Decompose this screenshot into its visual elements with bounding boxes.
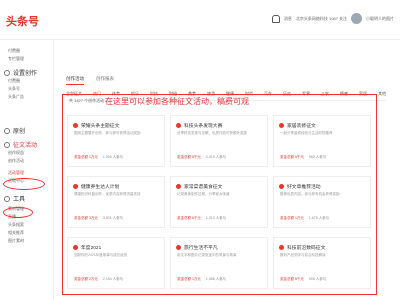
annotation-circle-essay: [3, 178, 45, 190]
activity-title: 年度2021: [81, 246, 102, 251]
activity-joined: 2,154 人参与: [102, 277, 124, 281]
activity-desc: 健康知识科普创作，优质内容获得流量扶持: [74, 192, 141, 196]
tab-activities[interactable]: 创作活动: [66, 76, 84, 85]
section-label: 征文活动: [13, 143, 38, 149]
top-bar: 头条号 消息 北京头条网络科技 1087 关注 小聪明人的图片: [0, 0, 400, 40]
activity-desc: 一起分享装修经验与生活好物推荐: [280, 131, 333, 135]
notice-label[interactable]: 消息: [284, 16, 292, 22]
activity-icon: [73, 123, 78, 128]
activity-count: 共 1427 个创作活动: [69, 98, 105, 103]
activity-joined: 906 人参与: [308, 277, 327, 281]
sidebar-item[interactable]: 专栏管理: [8, 56, 24, 62]
activity-amount: 奖金总额 8千元: [177, 155, 201, 159]
activity-card[interactable]: 好文章推荐活动 推荐优质内容，参与即有机会获得奖励 奖金总额 1万元 1,675 …: [273, 176, 371, 228]
activity-card[interactable]: 健康养生达人计划 健康知识科普创作，优质内容获得流量扶持 奖金总额 3万元 3,5…: [67, 176, 165, 228]
app-logo[interactable]: 头条号: [6, 13, 39, 29]
activity-desc: 围绕主题展开创作，参与即可获得活动奖励: [74, 131, 141, 135]
activity-desc: 数码产品测评与前沿科技解读: [280, 253, 326, 257]
section-label: 工具: [13, 197, 26, 203]
activity-grid: 荣耀头条主题征文 围绕主题展开创作，参与即可获得活动奖励 奖金总额 1万元 1,0…: [67, 115, 371, 289]
activity-desc: 用文字和图片记录旅途中的风景与故事: [177, 253, 237, 257]
activity-amount: 奖金总额 6千元: [177, 216, 201, 220]
activity-joined: 2,019 人参与: [205, 155, 227, 159]
sidebar-item[interactable]: 付费圈: [8, 48, 20, 54]
sidebar-item[interactable]: 创作权益: [8, 150, 24, 156]
top-right-area: 消息 北京头条网络科技 1087 关注 小聪明人的图片: [271, 13, 394, 24]
activity-card[interactable]: 年度2021 回顾你的2021年度故事与成长经历 奖金总额 2万元 2,154 人…: [67, 237, 165, 289]
annotation-text: 在这里可以参加各种征文活动，稿费可观: [105, 97, 249, 106]
activity-title: 好文章推荐活动: [287, 185, 321, 190]
activity-desc: 推荐优质内容，参与即有机会获得奖励: [280, 192, 340, 196]
sidebar: 付费圈 专栏管理 设置创作 付费圈 头条号 头条广告 原创 征文活动 创作权益 …: [0, 40, 54, 300]
section-label: 原创: [13, 129, 26, 135]
activity-icon: [73, 245, 78, 250]
activity-joined: 1,005 人参与: [102, 155, 124, 159]
account-info: 北京头条网络科技 1087 关注: [295, 15, 347, 21]
activity-icon: [176, 184, 181, 189]
sidebar-item[interactable]: 图片素材: [8, 238, 24, 244]
activity-title: 科技前沿数码征文: [287, 246, 326, 251]
activity-icon: [176, 245, 181, 250]
activity-card[interactable]: 旅行生活不平凡 用文字和图片记录旅途中的风景与故事 奖金总额 1万元 1,068 …: [170, 237, 268, 289]
sidebar-item-active[interactable]: 活动管理: [8, 170, 24, 176]
original-icon: [4, 127, 10, 134]
activity-amount: 奖金总额 3万元: [74, 216, 98, 220]
activity-amount: 奖金总额 1万元: [280, 216, 304, 220]
activity-desc: 记录美食制作过程，分享家乡味道: [177, 192, 230, 196]
sidebar-item[interactable]: 头条号: [8, 86, 20, 92]
activity-card[interactable]: 家常菜谱美食征文 记录美食制作过程，分享家乡味道 奖金总额 6千元 1,213 人…: [170, 176, 268, 228]
activity-card[interactable]: 家居装修征文 一起分享装修经验与生活好物推荐 奖金总额 5千元 982 人参与: [273, 115, 371, 167]
username[interactable]: 小聪明人的图片: [366, 16, 394, 22]
sidebar-item[interactable]: 头条广告: [8, 94, 24, 100]
sidebar-item[interactable]: 付费圈: [8, 78, 20, 84]
activity-icon: [279, 123, 284, 128]
sidebar-section-essay[interactable]: 征文活动: [4, 140, 37, 149]
bell-icon[interactable]: [271, 14, 280, 23]
activity-icon: [176, 123, 181, 128]
activity-amount: 奖金总额 2万元: [74, 277, 98, 281]
sidebar-section-create[interactable]: 设置创作: [4, 68, 37, 77]
annotation-circle-manage: [3, 207, 33, 218]
activity-card[interactable]: 科技前沿数码征文 数码产品测评与前沿科技解读 奖金总额 8千元 906 人参与: [273, 237, 371, 289]
activity-title: 旅行生活不平凡: [184, 246, 218, 251]
section-label: 设置创作: [13, 71, 38, 77]
tools-icon: [4, 195, 10, 202]
sidebar-section-tools[interactable]: 工具: [4, 194, 25, 203]
create-icon: [4, 69, 10, 76]
activity-title: 家居装修征文: [287, 124, 316, 129]
activity-joined: 1,675 人参与: [308, 216, 330, 220]
activity-desc: 回顾你的2021年度故事与成长经历: [74, 253, 128, 257]
activity-icon: [73, 184, 78, 189]
activity-amount: 奖金总额 8千元: [280, 277, 304, 281]
activity-card[interactable]: 科技头条发现大赛 分享科技发现与见解，优质作品可获额外奖励 奖金总额 8千元 2,…: [170, 115, 268, 167]
category-tab[interactable]: 其他: [378, 91, 386, 97]
activity-joined: 982 人参与: [308, 155, 327, 159]
sidebar-item[interactable]: 创作活动: [8, 158, 24, 164]
avatar[interactable]: [351, 13, 362, 24]
tab-bar: 创作活动 创作报表: [66, 76, 114, 85]
activity-title: 荣耀头条主题征文: [81, 124, 120, 129]
activity-desc: 分享科技发现与见解，优质作品可获额外奖励: [177, 131, 247, 135]
essay-icon: [4, 141, 10, 148]
activity-amount: 奖金总额 1万元: [177, 277, 201, 281]
activity-title: 科技头条发现大赛: [184, 124, 223, 129]
activity-joined: 1,068 人参与: [205, 277, 227, 281]
activity-amount: 奖金总额 1万元: [74, 155, 98, 159]
sidebar-section-original[interactable]: 原创: [4, 126, 25, 135]
sidebar-item[interactable]: 相关推荐: [8, 230, 24, 236]
activity-card[interactable]: 荣耀头条主题征文 围绕主题展开创作，参与即可获得活动奖励 奖金总额 1万元 1,0…: [67, 115, 165, 167]
activity-title: 家常菜谱美食征文: [184, 185, 223, 190]
activity-list-annotation: 共 1427 个创作活动 在这里可以参加各种征文活动，稿费可观 荣耀头条主题征文…: [62, 94, 377, 295]
activity-title: 健康养生达人计划: [81, 185, 120, 190]
activity-joined: 3,521 人参与: [102, 216, 124, 220]
activity-amount: 奖金总额 5千元: [280, 155, 304, 159]
activity-icon: [279, 184, 284, 189]
activity-icon: [279, 245, 284, 250]
activity-joined: 1,213 人参与: [205, 216, 227, 220]
tab-report[interactable]: 创作报表: [96, 76, 114, 85]
sidebar-item[interactable]: 头条搜索: [8, 222, 24, 228]
